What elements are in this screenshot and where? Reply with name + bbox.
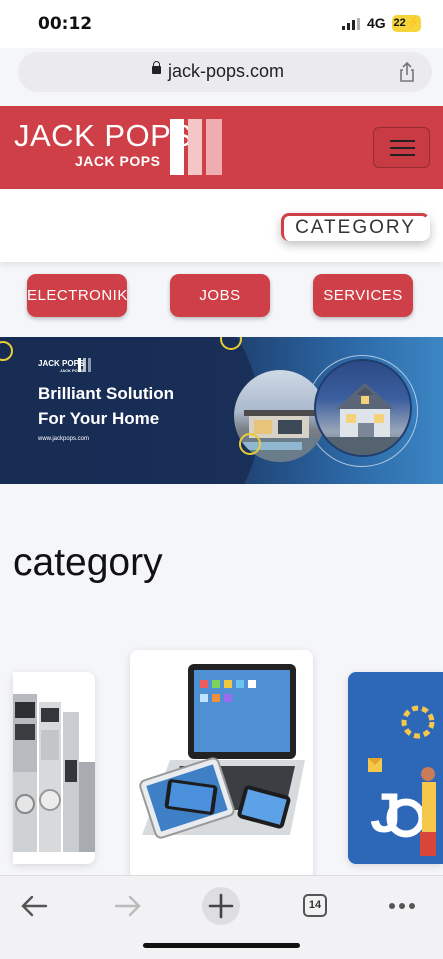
appliances-image	[13, 694, 95, 852]
address-bar[interactable]: jack-pops.com	[18, 52, 432, 92]
lock-icon	[152, 61, 161, 74]
decor-ring	[239, 433, 261, 455]
logo-subtext: JACK POPS	[75, 153, 161, 169]
promo-banner[interactable]: JACK POPS JACK POPS Brilliant Solution Fo…	[0, 337, 443, 484]
section-title: category	[13, 541, 163, 584]
new-tab-icon[interactable]	[201, 886, 241, 926]
hamburger-menu-button[interactable]	[373, 127, 430, 168]
battery-level: 22	[393, 17, 406, 29]
status-time: 00:12	[38, 14, 93, 34]
back-arrow-icon[interactable]	[14, 886, 54, 926]
category-card-electronics[interactable]	[130, 650, 313, 880]
category-card-appliances[interactable]	[13, 672, 95, 864]
nav-pill-electronik[interactable]: ELECTRONIK	[27, 274, 127, 317]
jobs-illustration-image: J	[368, 705, 436, 856]
status-bar: 00:12 4G 22⚡	[0, 0, 443, 48]
home-indicator	[143, 943, 300, 948]
category-bar: CATEGORY	[0, 189, 443, 262]
url-text[interactable]: jack-pops.com	[168, 61, 284, 82]
category-button[interactable]: CATEGORY	[281, 213, 430, 241]
nav-pill-services[interactable]: SERVICES	[313, 274, 413, 317]
tabs-icon[interactable]: 14	[296, 886, 336, 926]
banner-website: www.jackpops.com	[38, 436, 90, 442]
category-card-jobs[interactable]: J	[348, 672, 443, 864]
network-type: 4G	[367, 15, 386, 31]
site-header: JACK POPS JACK POPS	[0, 106, 443, 189]
battery-icon: 22⚡	[392, 15, 421, 32]
banner-title: Brilliant Solution For Your Home	[38, 384, 174, 428]
tab-count: 14	[303, 894, 327, 917]
laptop-tablets-image	[139, 664, 305, 839]
share-icon[interactable]	[396, 61, 418, 83]
logo-text[interactable]: JACK POPS	[14, 118, 193, 154]
signal-icon	[342, 18, 362, 30]
nav-pill-jobs[interactable]: JOBS	[170, 274, 270, 317]
suburban-house-image	[314, 359, 412, 457]
more-icon[interactable]	[382, 886, 422, 926]
forward-arrow-icon[interactable]	[108, 886, 148, 926]
